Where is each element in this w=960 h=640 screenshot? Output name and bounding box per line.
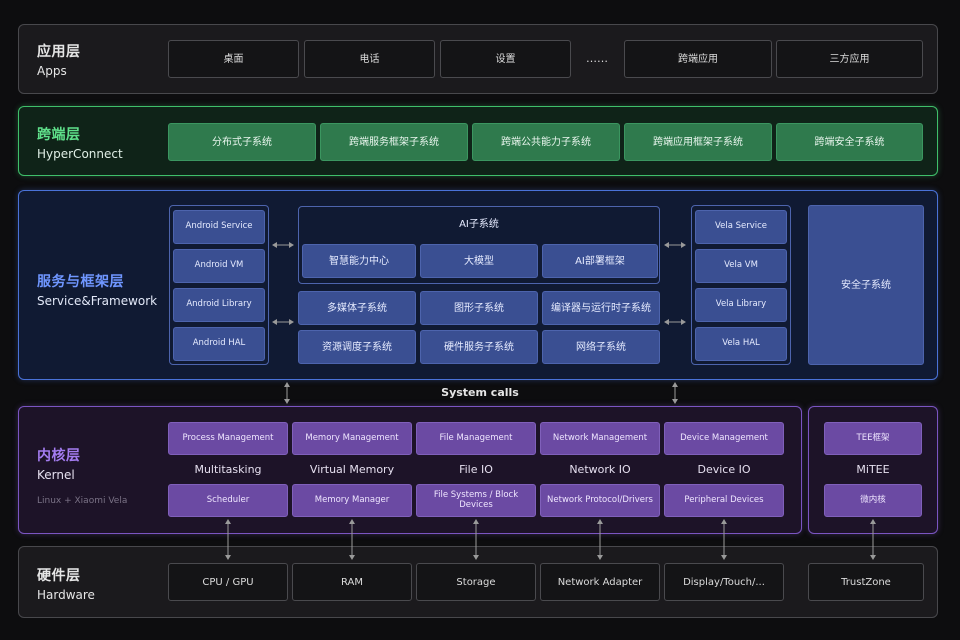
service-title-en: Service&Framework xyxy=(37,294,158,308)
android-library: Android Library xyxy=(173,288,265,322)
kernel-peripheral-devices: Peripheral Devices xyxy=(664,484,784,517)
hw-ram: RAM xyxy=(292,563,412,601)
kernel-file-management: File Management xyxy=(416,422,536,455)
kernel-title-en: Kernel xyxy=(37,468,75,482)
security-subsystem: 安全子系统 xyxy=(808,205,924,365)
hc-app-framework: 跨端应用框架子系统 xyxy=(624,123,772,161)
kernel-process-management: Process Management xyxy=(168,422,288,455)
apps-title-cn: 应用层 xyxy=(37,44,81,60)
mitee-label: MiTEE xyxy=(856,463,890,476)
hw-cpu-gpu: CPU / GPU xyxy=(168,563,288,601)
hardware-service-subsystem: 硬件服务子系统 xyxy=(420,330,538,364)
ai-wisdom-center: 智慧能力中心 xyxy=(302,244,416,278)
resource-scheduling-subsystem: 资源调度子系统 xyxy=(298,330,416,364)
mitee-microkernel: 微内核 xyxy=(824,484,922,517)
app-desktop: 桌面 xyxy=(168,40,299,78)
ai-large-model: 大模型 xyxy=(420,244,538,278)
kernel-file-io: File IO xyxy=(459,463,493,476)
graphics-subsystem: 图形子系统 xyxy=(420,291,538,325)
service-layer-title: 服务与框架层 Service&Framework xyxy=(37,271,157,308)
network-subsystem: 网络子系统 xyxy=(542,330,660,364)
service-title-cn: 服务与框架层 xyxy=(37,274,124,290)
kernel-network-io: Network IO xyxy=(569,463,631,476)
android-vm: Android VM xyxy=(173,249,265,283)
app-settings: 设置 xyxy=(440,40,571,78)
kernel-subtitle: Linux + Xiaomi Vela xyxy=(37,496,128,506)
android-hal: Android HAL xyxy=(173,327,265,361)
vela-service: Vela Service xyxy=(695,210,787,244)
vela-hal: Vela HAL xyxy=(695,327,787,361)
hardware-layer-title: 硬件层 Hardware xyxy=(37,565,95,602)
hw-trustzone: TrustZone xyxy=(808,563,924,601)
hw-storage: Storage xyxy=(416,563,536,601)
kernel-device-io: Device IO xyxy=(697,463,751,476)
apps-title-en: Apps xyxy=(37,64,67,78)
hc-service-framework: 跨端服务框架子系统 xyxy=(320,123,468,161)
hc-distributed: 分布式子系统 xyxy=(168,123,316,161)
app-ellipsis: …… xyxy=(586,51,608,65)
app-cross-device: 跨端应用 xyxy=(624,40,772,78)
kernel-layer-title: 内核层 Kernel Linux + Xiaomi Vela xyxy=(37,445,127,506)
arrow-syscall-right xyxy=(672,382,678,404)
hw-network-adapter: Network Adapter xyxy=(540,563,660,601)
hc-common-capability: 跨端公共能力子系统 xyxy=(472,123,620,161)
kernel-file-systems: File Systems / Block Devices xyxy=(416,484,536,517)
hardware-title-en: Hardware xyxy=(37,588,95,602)
ai-subsystem-title: AI子系统 xyxy=(459,218,499,230)
kernel-multitasking: Multitasking xyxy=(194,463,262,476)
kernel-virtual-memory: Virtual Memory xyxy=(309,463,395,476)
kernel-memory-management: Memory Management xyxy=(292,422,412,455)
apps-layer-title: 应用层 Apps xyxy=(37,41,81,78)
app-phone: 电话 xyxy=(304,40,435,78)
multimedia-subsystem: 多媒体子系统 xyxy=(298,291,416,325)
android-service: Android Service xyxy=(173,210,265,244)
ai-deploy-framework: AI部署框架 xyxy=(542,244,658,278)
vela-library: Vela Library xyxy=(695,288,787,322)
hc-security: 跨端安全子系统 xyxy=(776,123,923,161)
hardware-title-cn: 硬件层 xyxy=(37,568,81,584)
hyperconnect-layer-title: 跨端层 HyperConnect xyxy=(37,124,123,161)
kernel-network-protocol: Network Protocol/Drivers xyxy=(540,484,660,517)
hyperconnect-title-en: HyperConnect xyxy=(37,147,123,161)
kernel-device-management: Device Management xyxy=(664,422,784,455)
app-third-party: 三方应用 xyxy=(776,40,923,78)
vela-vm: Vela VM xyxy=(695,249,787,283)
mitee-tee-framework: TEE框架 xyxy=(824,422,922,455)
hyperconnect-title-cn: 跨端层 xyxy=(37,127,81,143)
kernel-title-cn: 内核层 xyxy=(37,448,81,464)
kernel-memory-manager: Memory Manager xyxy=(292,484,412,517)
hw-display-touch: Display/Touch/... xyxy=(664,563,784,601)
kernel-scheduler: Scheduler xyxy=(168,484,288,517)
system-calls-label: System calls xyxy=(441,385,519,399)
arrow-syscall-left xyxy=(284,382,290,404)
kernel-network-management: Network Management xyxy=(540,422,660,455)
compiler-runtime-subsystem: 编译器与运行时子系统 xyxy=(542,291,660,325)
